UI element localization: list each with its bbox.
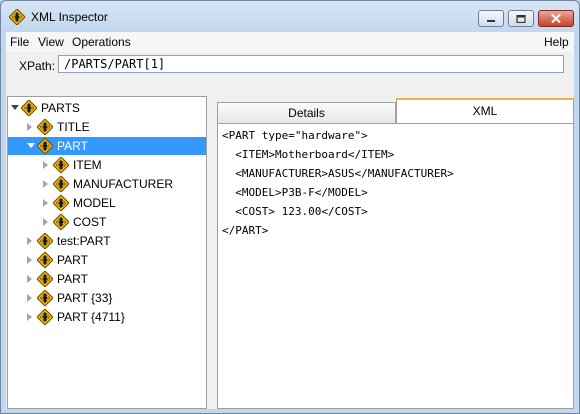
- xml-line: </PART>: [222, 224, 269, 237]
- minimize-icon: [487, 19, 495, 22]
- expand-toggle-icon[interactable]: [27, 313, 32, 321]
- expand-toggle-icon[interactable]: [27, 275, 32, 283]
- expand-toggle-icon[interactable]: [43, 180, 48, 188]
- close-button[interactable]: [538, 10, 574, 27]
- detail-pane: Details XML <PART type="hardware"> <ITEM…: [217, 98, 574, 409]
- xml-element-icon: [37, 252, 53, 268]
- menu-bar: File View Operations Help: [6, 32, 574, 52]
- tree-node[interactable]: TITLE: [8, 118, 206, 136]
- close-icon: [551, 14, 561, 23]
- xpath-input[interactable]: [58, 55, 564, 73]
- xml-line: <MODEL>P3B-F</MODEL>: [222, 186, 368, 199]
- tree-node[interactable]: MODEL: [8, 194, 206, 212]
- tree-node-label: COST: [73, 215, 107, 229]
- maximize-button[interactable]: [508, 10, 534, 27]
- xml-element-icon: [53, 157, 69, 173]
- tree-node-label: ITEM: [73, 158, 102, 172]
- tree-node-label: TITLE: [57, 120, 90, 134]
- tree-node[interactable]: PART {4711}: [8, 308, 206, 326]
- element-tree[interactable]: PARTS TITLE PART ITEM MANUFACTURER MODEL COST t…: [7, 96, 207, 409]
- xpath-label: XPath:: [19, 59, 56, 73]
- tree-node-label: test:PART: [57, 234, 111, 248]
- tree-node[interactable]: MANUFACTURER: [8, 175, 206, 193]
- expand-toggle-icon[interactable]: [43, 161, 48, 169]
- xml-diamond-icon: [9, 9, 25, 25]
- tree-node[interactable]: test:PART: [8, 232, 206, 250]
- xml-element-icon: [37, 309, 53, 325]
- xml-element-icon: [53, 214, 69, 230]
- tab-details[interactable]: Details: [217, 102, 396, 124]
- expand-toggle-icon[interactable]: [43, 218, 48, 226]
- xml-line: <ITEM>Motherboard</ITEM>: [222, 148, 395, 161]
- expand-toggle-icon[interactable]: [27, 256, 32, 264]
- app-window: XML Inspector File View Operations Help …: [0, 0, 580, 414]
- xml-element-icon: [37, 290, 53, 306]
- xml-source-view[interactable]: <PART type="hardware"> <ITEM>Motherboard…: [217, 123, 574, 409]
- maximize-icon: [516, 14, 526, 23]
- xml-element-icon: [53, 176, 69, 192]
- tree-node[interactable]: PART: [8, 251, 206, 269]
- expand-toggle-icon[interactable]: [27, 237, 32, 245]
- menu-help[interactable]: Help: [544, 35, 569, 49]
- xml-element-icon: [37, 119, 53, 135]
- tree-node-label: PART: [57, 253, 88, 267]
- tree-node-label: MODEL: [73, 196, 116, 210]
- title-bar[interactable]: XML Inspector: [1, 1, 579, 31]
- tab-xml[interactable]: XML: [396, 98, 574, 124]
- tree-node[interactable]: COST: [8, 213, 206, 231]
- window-title: XML Inspector: [31, 10, 108, 24]
- xml-element-icon: [37, 138, 53, 154]
- xml-line: <MANUFACTURER>ASUS</MANUFACTURER>: [222, 167, 454, 180]
- expand-toggle-icon[interactable]: [27, 294, 32, 302]
- xml-element-icon: [21, 100, 37, 116]
- minimize-button[interactable]: [478, 10, 504, 27]
- xml-line: <COST> 123.00</COST>: [222, 205, 368, 218]
- xpath-bar: XPath:: [6, 54, 574, 76]
- xml-element-icon: [37, 233, 53, 249]
- tree-node-label: PART: [57, 272, 88, 286]
- menu-view[interactable]: View: [38, 35, 64, 49]
- tree-node-label: PART: [54, 137, 91, 155]
- tree-node[interactable]: PARTS: [8, 99, 206, 117]
- menu-file[interactable]: File: [10, 35, 29, 49]
- tree-node[interactable]: PART {33}: [8, 289, 206, 307]
- client-area: File View Operations Help XPath: PARTS TI…: [6, 32, 574, 409]
- tree-node[interactable]: PART: [8, 137, 206, 155]
- tree-node-label: PARTS: [41, 101, 80, 115]
- xml-element-icon: [37, 271, 53, 287]
- expand-toggle-icon[interactable]: [43, 199, 48, 207]
- tree-node-label: MANUFACTURER: [73, 177, 174, 191]
- tree-node[interactable]: ITEM: [8, 156, 206, 174]
- collapse-toggle-icon[interactable]: [27, 143, 35, 148]
- menu-operations[interactable]: Operations: [72, 35, 131, 49]
- xml-element-icon: [53, 195, 69, 211]
- xml-line: <PART type="hardware">: [222, 129, 368, 142]
- tree-node-label: PART {33}: [57, 291, 113, 305]
- expand-toggle-icon[interactable]: [27, 123, 32, 131]
- tree-node-label: PART {4711}: [57, 310, 125, 324]
- tree-node[interactable]: PART: [8, 270, 206, 288]
- collapse-toggle-icon[interactable]: [11, 105, 19, 110]
